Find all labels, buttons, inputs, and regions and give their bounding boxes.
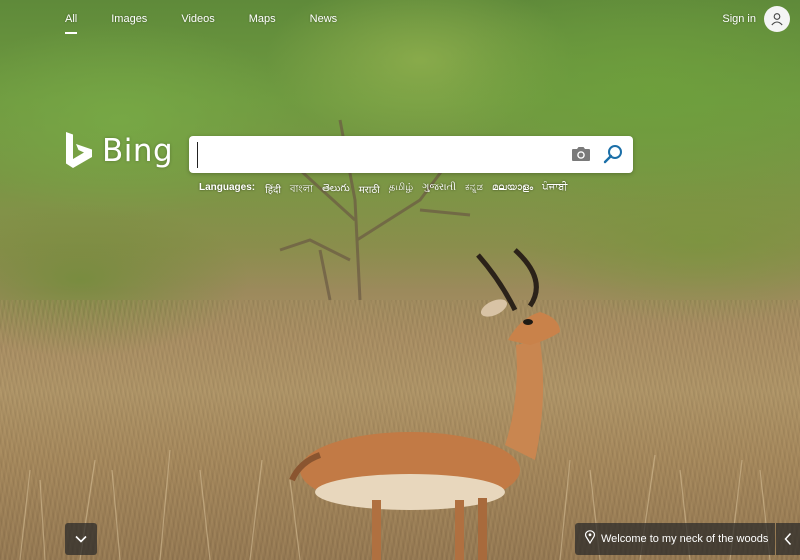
location-pin-icon (584, 529, 596, 549)
bing-logo[interactable]: Bing (64, 131, 173, 171)
tab-news[interactable]: News (310, 12, 338, 40)
user-icon[interactable] (764, 6, 790, 32)
scroll-down-button[interactable] (65, 523, 97, 555)
language-link[interactable]: ગુજરાતી (422, 182, 456, 199)
sign-in[interactable]: Sign in (722, 6, 790, 32)
tab-videos[interactable]: Videos (181, 12, 214, 40)
chevron-down-icon (75, 535, 87, 543)
language-link[interactable]: മലയാളം (492, 182, 533, 199)
logo-text: Bing (102, 133, 174, 169)
tab-images[interactable]: Images (111, 12, 147, 40)
language-link[interactable]: తెలుగు (322, 182, 350, 199)
chevron-left-icon (784, 532, 792, 546)
language-link[interactable]: मराठी (359, 182, 380, 199)
camera-icon[interactable] (570, 145, 592, 168)
language-link[interactable]: हिंदी (265, 182, 281, 199)
bing-logo-icon (66, 132, 92, 168)
previous-image-button[interactable] (776, 523, 800, 555)
tab-maps[interactable]: Maps (249, 12, 276, 40)
top-nav: All Images Videos Maps News (65, 12, 371, 40)
languages-label: Languages: (199, 182, 256, 193)
image-caption[interactable]: Welcome to my neck of the woods (575, 523, 775, 555)
caption-text: Welcome to my neck of the woods (601, 533, 769, 545)
sign-in-label[interactable]: Sign in (722, 13, 756, 25)
gerenuk-photo (19, 119, 771, 560)
language-link[interactable]: বাংলা (290, 182, 313, 199)
search-input[interactable] (197, 142, 562, 168)
search-box (189, 136, 633, 173)
tab-all[interactable]: All (65, 12, 78, 40)
search-icon[interactable] (602, 143, 624, 170)
language-link[interactable]: தமிழ் (389, 182, 413, 199)
language-link[interactable]: ಕನ್ನಡ (465, 182, 483, 199)
languages-bar: Languages: हिंदी বাংলা తెలుగు मराठी தமிழ… (199, 182, 567, 199)
language-link[interactable]: ਪੰਜਾਬੀ (542, 182, 567, 199)
